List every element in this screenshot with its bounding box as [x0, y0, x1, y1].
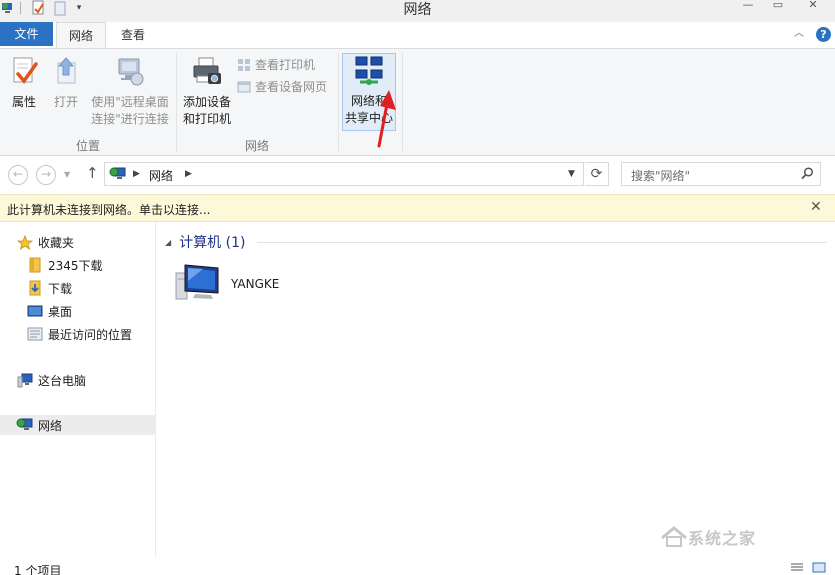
computer-icon	[16, 373, 34, 388]
computer-icon	[175, 263, 221, 306]
refresh-button[interactable]: ⟳	[585, 162, 609, 186]
status-bar: 1 个项目	[0, 557, 835, 575]
open-button[interactable]: 打开	[46, 55, 86, 127]
folder-icon	[26, 257, 44, 273]
globe-monitor-icon	[16, 417, 34, 433]
open-label: 打开	[53, 95, 78, 109]
recent-locations-dropdown-icon[interactable]: ▼	[64, 170, 70, 179]
remote-desktop-icon	[113, 58, 147, 92]
forward-button[interactable]: →	[36, 165, 56, 185]
properties-button[interactable]: 属性	[4, 55, 44, 127]
nav-item-label: 网络	[38, 418, 63, 433]
info-bar-message[interactable]: 此计算机未连接到网络。单击以连接...	[7, 201, 210, 218]
search-input[interactable]: 搜索"网络"	[621, 162, 821, 186]
item-count: 1 个项目	[14, 564, 62, 575]
nav-item-favorites[interactable]: 收藏夹	[16, 232, 74, 252]
tab-network[interactable]: 网络	[56, 22, 106, 48]
properties-label: 属性	[11, 95, 36, 109]
ribbon-group-separator	[402, 53, 403, 151]
maximize-button[interactable]: ▭	[768, 0, 788, 12]
close-icon[interactable]: ✕	[810, 199, 822, 215]
ribbon: 属性 打开 使用"远程桌面 连接"进行连接 位置 添加设备 和打印机 查看打印机…	[0, 48, 835, 156]
group-header-computers[interactable]: ◢ 计算机 (1)	[165, 232, 245, 252]
breadcrumb-network[interactable]: 网络	[149, 167, 173, 184]
watermark-house-icon	[661, 526, 687, 547]
remote-desktop-label-line1: 使用"远程桌面	[91, 95, 169, 109]
group-divider	[257, 242, 827, 243]
download-folder-icon	[26, 280, 44, 296]
remote-desktop-button[interactable]: 使用"远程桌面 连接"进行连接	[88, 55, 172, 127]
breadcrumb-chevron-icon[interactable]: ▶	[133, 169, 140, 179]
webpage-icon	[237, 81, 251, 92]
ribbon-group-separator	[338, 53, 339, 151]
address-bar[interactable]: ▶ 网络 ▶ ▼	[104, 162, 584, 186]
view-printers-button[interactable]: 查看打印机	[237, 56, 315, 73]
ribbon-tabs: 文件 网络 查看 ︿ ?	[0, 22, 835, 48]
address-dropdown-icon[interactable]: ▼	[568, 169, 575, 179]
nav-item-label: 收藏夹	[38, 235, 75, 250]
close-button[interactable]: ✕	[798, 0, 828, 12]
group-header-label: 计算机 (1)	[179, 235, 246, 251]
content-pane: ◢ 计算机 (1) YANGKE	[157, 222, 835, 557]
window-title: 网络	[403, 2, 432, 18]
search-placeholder: 搜索"网络"	[631, 169, 691, 183]
watermark-text: 系统之家	[688, 529, 757, 548]
title-bar: ▾ 网络 — ▭ ✕	[0, 0, 835, 22]
add-devices-label-line2: 和打印机	[182, 112, 231, 126]
nav-item-label: 2345下载	[48, 258, 103, 273]
location-group-label: 位置	[75, 139, 100, 153]
remote-desktop-label-line2: 连接"进行连接	[91, 112, 169, 126]
recent-places-icon	[26, 327, 44, 341]
nav-item-recent-places[interactable]: 最近访问的位置	[26, 324, 132, 344]
navigation-bar: ← → ▼ ↑ ▶ 网络 ▶ ▼ ⟳ 搜索"网络"	[0, 156, 835, 194]
help-icon[interactable]: ?	[816, 27, 831, 42]
printer-grid-icon	[238, 58, 250, 71]
tab-view[interactable]: 查看	[108, 22, 158, 48]
globe-monitor-icon	[109, 166, 127, 185]
add-devices-printers-button[interactable]: 添加设备 和打印机	[180, 55, 234, 127]
minimize-button[interactable]: —	[738, 0, 758, 12]
nav-item-desktop[interactable]: 桌面	[26, 301, 72, 321]
nav-item-label: 最近访问的位置	[48, 327, 133, 342]
up-button[interactable]: ↑	[86, 164, 99, 182]
navigation-pane: 收藏夹 2345下载 下载 桌面 最近访问的位置 这台电脑 网络	[0, 222, 156, 557]
view-printers-label: 查看打印机	[255, 58, 316, 72]
info-bar[interactable]: 此计算机未连接到网络。单击以连接... ✕	[0, 194, 835, 222]
add-devices-label-line1: 添加设备	[182, 95, 231, 109]
back-button[interactable]: ←	[8, 165, 28, 185]
properties-check-icon	[9, 57, 39, 92]
computer-item-yangke[interactable]: YANGKE	[175, 262, 335, 306]
view-device-webpage-button[interactable]: 查看设备网页	[237, 78, 327, 95]
collapse-triangle-icon[interactable]: ◢	[165, 238, 171, 247]
nav-item-label: 下载	[48, 281, 73, 296]
large-icons-view-icon[interactable]	[812, 562, 826, 573]
printer-camera-icon	[190, 57, 224, 92]
annotation-arrow-icon	[377, 90, 396, 148]
search-icon[interactable]	[801, 167, 814, 183]
desktop-icon	[26, 304, 44, 318]
nav-item-this-pc[interactable]: 这台电脑	[16, 370, 86, 390]
nav-item-label: 桌面	[48, 304, 73, 319]
tab-file[interactable]: 文件	[0, 22, 53, 46]
nav-item-label: 这台电脑	[38, 373, 87, 388]
star-icon	[16, 234, 34, 250]
nav-item-downloads[interactable]: 下载	[26, 278, 72, 298]
details-view-icon[interactable]	[790, 562, 804, 573]
computer-name-label: YANGKE	[231, 277, 280, 291]
breadcrumb-chevron-icon[interactable]: ▶	[185, 169, 192, 179]
network-group-label: 网络	[244, 139, 269, 153]
nav-item-2345-downloads[interactable]: 2345下载	[26, 255, 103, 275]
nav-item-network[interactable]: 网络	[0, 415, 155, 435]
chevron-up-icon[interactable]: ︿	[793, 27, 805, 41]
open-arrow-icon	[51, 57, 81, 92]
view-device-webpage-label: 查看设备网页	[255, 80, 328, 94]
watermark-logo: 系统之家	[660, 525, 756, 549]
